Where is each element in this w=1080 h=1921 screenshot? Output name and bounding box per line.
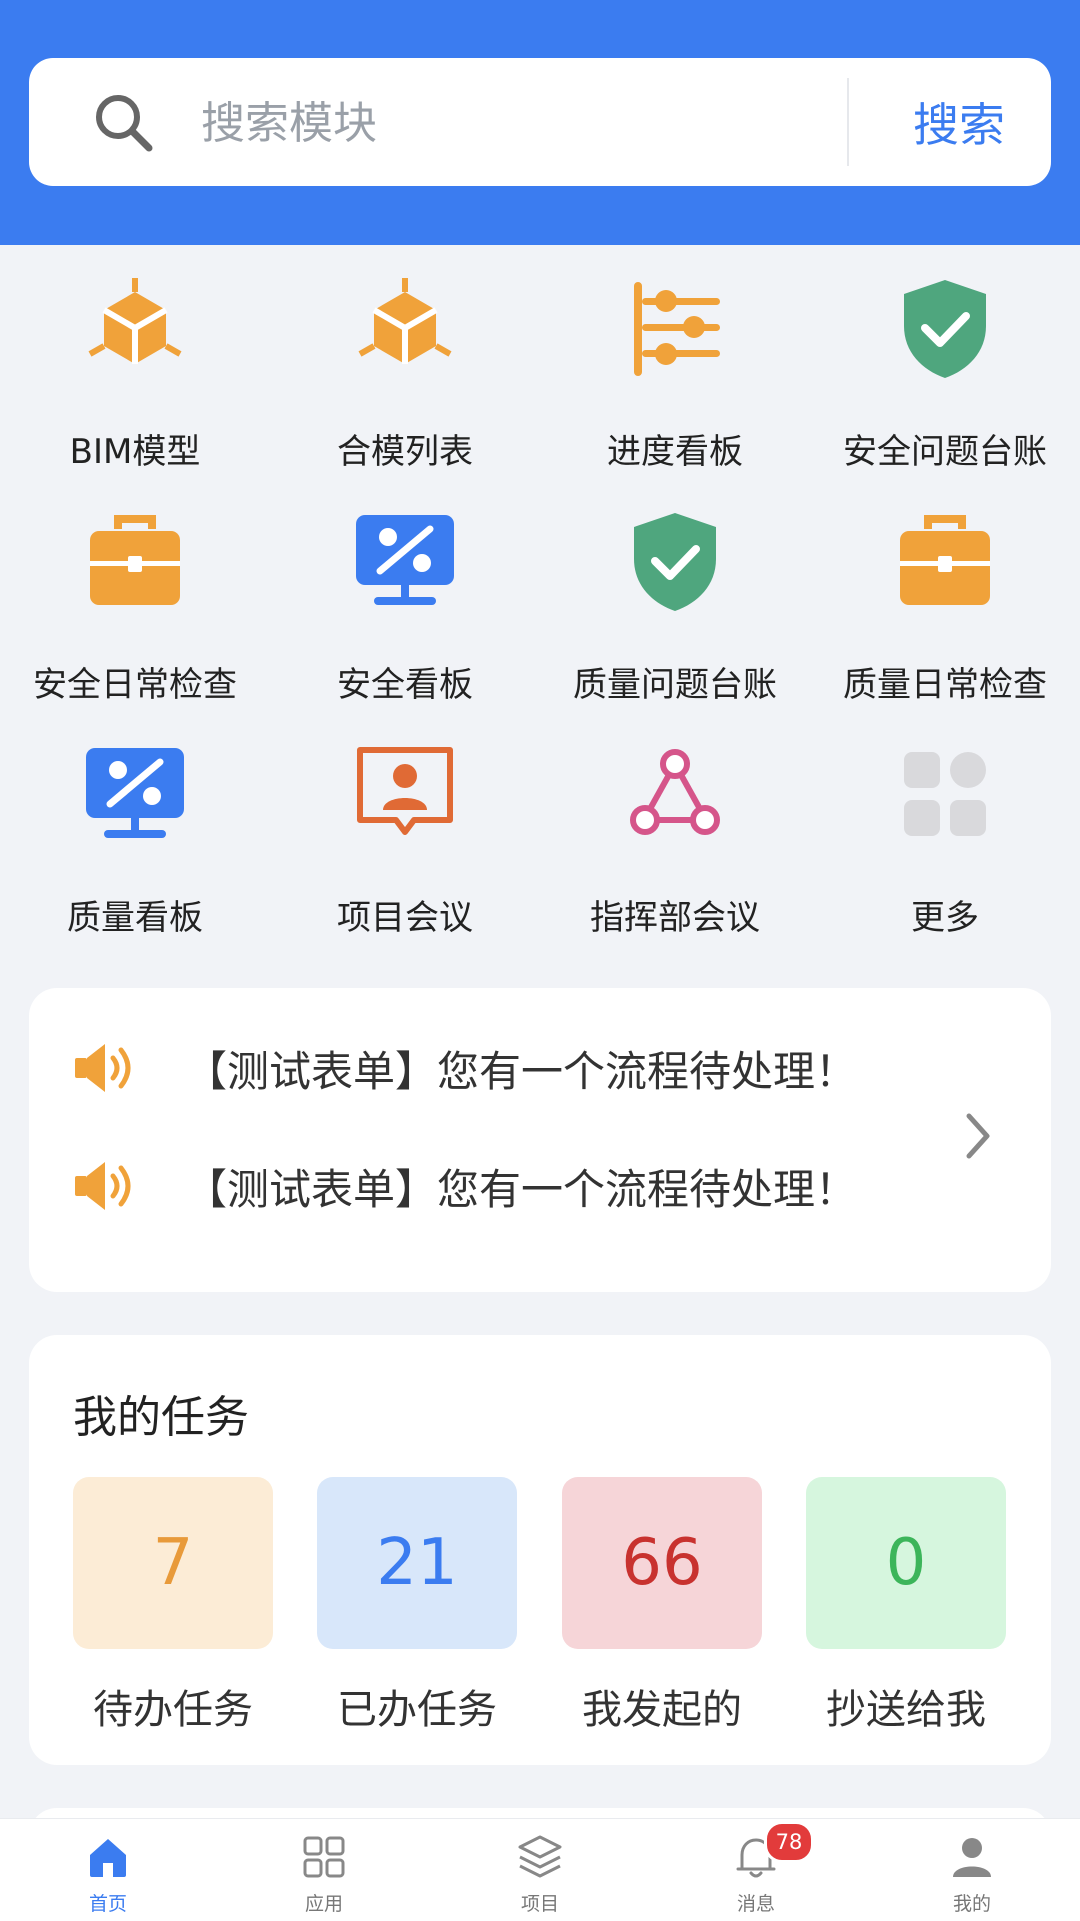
search-box: 搜索 <box>29 58 1051 186</box>
module-hq-meeting[interactable]: 指挥部会议 <box>540 728 810 958</box>
module-quality-daily-check[interactable]: 质量日常检查 <box>810 495 1080 725</box>
apps-grid-icon <box>303 1836 345 1878</box>
cube-icon <box>88 278 182 364</box>
notice-item[interactable]: 【测试表单】您有一个流程待处理！ <box>71 1032 857 1104</box>
module-label: 安全看板 <box>337 665 473 705</box>
my-tasks-title: 我的任务 <box>73 1392 249 1443</box>
module-bim-model[interactable]: BIM模型 <box>0 262 270 492</box>
module-label: 安全问题台账 <box>843 432 1047 472</box>
task-done-label: 已办任务 <box>337 1687 497 1733</box>
module-label: 质量看板 <box>67 898 203 938</box>
tab-label: 项目 <box>520 1893 559 1915</box>
notice-text: 【测试表单】您有一个流程待处理！ <box>185 1046 858 1096</box>
more-grid-icon <box>904 752 986 836</box>
module-merge-list[interactable]: 合模列表 <box>270 262 540 492</box>
tab-label: 我的 <box>952 1893 991 1915</box>
search-input[interactable] <box>199 88 823 158</box>
notice-item[interactable]: 【测试表单】您有一个流程待处理！ <box>71 1150 857 1222</box>
module-safety-board[interactable]: 安全看板 <box>270 495 540 725</box>
module-project-meeting[interactable]: 项目会议 <box>270 728 540 958</box>
module-more[interactable]: 更多 <box>810 728 1080 958</box>
task-done-count[interactable]: 21 <box>317 1477 517 1649</box>
module-label: BIM模型 <box>69 432 201 472</box>
tab-apps[interactable]: 应用 <box>216 1819 432 1921</box>
module-progress-board[interactable]: 进度看板 <box>540 262 810 492</box>
task-initiated-label: 我发起的 <box>582 1687 742 1733</box>
task-todo-label: 待办任务 <box>93 1687 253 1733</box>
notice-text: 【测试表单】您有一个流程待处理！ <box>185 1164 858 1214</box>
toolbox-icon <box>900 515 990 605</box>
search-icon <box>96 95 153 152</box>
module-safety-daily-check[interactable]: 安全日常检查 <box>0 495 270 725</box>
home-icon <box>90 1839 126 1877</box>
layers-icon <box>518 1835 562 1878</box>
monitor-percent-icon <box>356 515 454 605</box>
notice-card[interactable]: 【测试表单】您有一个流程待处理！ 【测试表单】您有一个流程待处理！ <box>29 988 1051 1292</box>
tab-label: 应用 <box>304 1893 343 1915</box>
toolbox-icon <box>90 515 180 605</box>
module-label: 质量问题台账 <box>573 665 777 705</box>
search-button[interactable]: 搜索 <box>869 80 1049 164</box>
module-label: 合模列表 <box>337 432 473 472</box>
cube-icon <box>358 278 452 364</box>
tab-label: 消息 <box>736 1893 775 1915</box>
header-bar: 搜索 <box>0 0 1080 245</box>
shield-check-icon <box>904 280 986 378</box>
network-icon <box>630 749 720 835</box>
module-quality-issue-ledger[interactable]: 质量问题台账 <box>540 495 810 725</box>
bottom-tab-bar: 首页 应用 项目 78 消息 我的 <box>0 1818 1080 1921</box>
module-safety-issue-ledger[interactable]: 安全问题台账 <box>810 262 1080 492</box>
my-tasks-card: 我的任务 7 待办任务 21 已办任务 66 我发起的 0 抄送给我 <box>29 1335 1051 1765</box>
module-label: 项目会议 <box>337 898 473 938</box>
shield-check-icon <box>634 513 716 611</box>
speaker-icon <box>75 1162 131 1210</box>
tab-me[interactable]: 我的 <box>864 1819 1080 1921</box>
message-badge: 78 <box>764 1821 814 1863</box>
speaker-icon <box>75 1044 131 1092</box>
task-todo-count[interactable]: 7 <box>73 1477 273 1649</box>
task-cc-count[interactable]: 0 <box>806 1477 1006 1649</box>
module-label: 安全日常检查 <box>33 665 237 705</box>
module-label: 质量日常检查 <box>843 665 1047 705</box>
task-cc-label: 抄送给我 <box>826 1687 986 1733</box>
task-initiated-count[interactable]: 66 <box>562 1477 762 1649</box>
module-label: 指挥部会议 <box>590 898 760 938</box>
module-label: 进度看板 <box>607 432 743 472</box>
module-quality-board[interactable]: 质量看板 <box>0 728 270 958</box>
progress-sliders-icon <box>634 282 720 376</box>
search-divider <box>847 78 849 166</box>
monitor-percent-icon <box>86 748 184 838</box>
chevron-right-icon[interactable] <box>961 1106 995 1166</box>
module-label: 更多 <box>911 898 979 938</box>
tab-messages[interactable]: 78 消息 <box>648 1819 864 1921</box>
meeting-person-icon <box>357 747 453 835</box>
tab-label: 首页 <box>88 1893 127 1915</box>
tab-projects[interactable]: 项目 <box>432 1819 648 1921</box>
tab-home[interactable]: 首页 <box>0 1819 216 1921</box>
user-icon <box>953 1838 991 1877</box>
